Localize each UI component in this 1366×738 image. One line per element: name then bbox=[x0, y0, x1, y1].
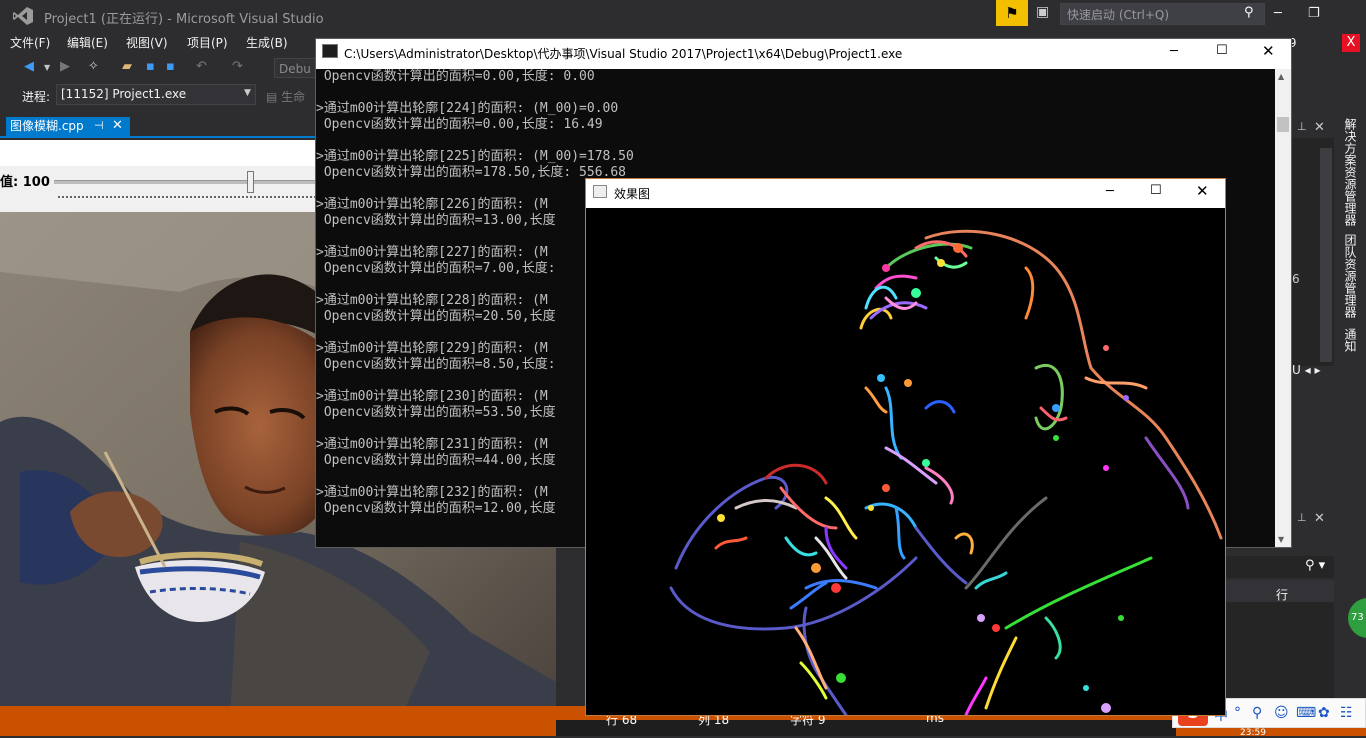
notifications-icon[interactable]: ▣ bbox=[1036, 4, 1049, 20]
console-close-button[interactable]: ✕ bbox=[1262, 42, 1275, 60]
console-scrollbar[interactable] bbox=[1275, 69, 1291, 547]
trackbar-label: 值: 100 bbox=[0, 175, 50, 190]
panel-u-text: U bbox=[1292, 363, 1301, 377]
tab-underline bbox=[0, 136, 318, 138]
undo-icon[interactable]: ↶ bbox=[196, 59, 207, 74]
new-project-icon[interactable]: ✧ bbox=[88, 59, 99, 74]
feedback-flag-icon[interactable]: ⚑ bbox=[996, 0, 1028, 26]
pin-icon[interactable]: ⊥ bbox=[1297, 511, 1307, 524]
toolbar: ◀ ▼ ▶ ✧ ▰ ▪ ▪ ↶ ↷ bbox=[0, 55, 320, 81]
result-app-icon bbox=[593, 185, 607, 198]
console-line: >通过m00计算出轮廓[225]的面积: (M_00)=178.50 bbox=[316, 149, 634, 164]
chevron-down-icon[interactable]: ▼ bbox=[244, 88, 251, 98]
ime-skin-icon[interactable]: ✿ bbox=[1318, 705, 1330, 721]
side-tab-strip: 解决方案资源管理器 团队资源管理器 通知 bbox=[1336, 112, 1366, 352]
menu-file[interactable]: 文件(F) bbox=[10, 34, 50, 51]
scroll-up-icon[interactable]: ▲ bbox=[1278, 72, 1284, 81]
trackbar-thumb[interactable] bbox=[247, 171, 254, 193]
pin-icon[interactable]: ⊥ bbox=[1297, 120, 1307, 133]
open-folder-icon[interactable]: ▰ bbox=[122, 59, 132, 74]
trackbar-track[interactable] bbox=[54, 180, 316, 184]
trackbar-window-header bbox=[0, 140, 316, 166]
result-maximize-button[interactable]: ☐ bbox=[1150, 183, 1162, 198]
console-line: Opencv函数计算出的面积=0.00,长度: 16.49 bbox=[316, 117, 603, 132]
minimize-button[interactable]: ─ bbox=[1274, 6, 1282, 21]
close-icon[interactable]: ✕ bbox=[112, 118, 123, 133]
process-select[interactable]: [11152] Project1.exe bbox=[56, 84, 256, 105]
search-icon[interactable]: ⚲ bbox=[1244, 5, 1254, 20]
close-button[interactable]: X bbox=[1342, 34, 1360, 52]
save-icon[interactable]: ▪ bbox=[146, 59, 155, 74]
process-label: 进程: bbox=[22, 90, 51, 104]
ime-keyboard-icon[interactable]: ⌨ bbox=[1296, 705, 1316, 721]
ime-voice-icon[interactable]: ⚲ bbox=[1252, 705, 1262, 721]
console-title: C:\Users\Administrator\Desktop\代办事项\Visu… bbox=[344, 47, 903, 61]
result-title: 效果图 bbox=[614, 187, 651, 201]
forward-icon[interactable]: ▶ bbox=[60, 59, 70, 74]
console-app-icon bbox=[322, 44, 338, 58]
console-maximize-button[interactable]: ☐ bbox=[1216, 43, 1228, 58]
configuration-select[interactable]: Debu bbox=[274, 58, 318, 78]
panel-value: 6 bbox=[1292, 272, 1300, 286]
result-close-button[interactable]: ✕ bbox=[1196, 182, 1209, 200]
lifecycle-events[interactable]: ▤ 生命 bbox=[266, 88, 305, 105]
lifecycle-icon: ▤ bbox=[266, 90, 282, 104]
console-line: >通过m00计算出轮廓[224]的面积: (M_00)=0.00 bbox=[316, 101, 619, 116]
save-all-icon[interactable]: ▪ bbox=[166, 59, 175, 74]
menu-view[interactable]: 视图(V) bbox=[126, 34, 168, 51]
panel-label-u: U ◂ ▸ bbox=[1292, 363, 1321, 377]
solution-explorer-panel bbox=[1290, 138, 1334, 366]
panel-list bbox=[1226, 602, 1334, 710]
panel-scrollbar[interactable] bbox=[1320, 148, 1332, 362]
close-icon[interactable]: ✕ bbox=[1314, 511, 1325, 526]
search-icon[interactable]: ⚲ ▾ bbox=[1305, 558, 1325, 573]
visual-studio-logo-icon bbox=[12, 6, 34, 26]
redo-icon[interactable]: ↷ bbox=[232, 59, 243, 74]
tab-team-explorer[interactable]: 团队资源管理器 bbox=[1342, 234, 1359, 318]
maximize-button[interactable]: ❐ bbox=[1308, 6, 1320, 21]
tab-solution-explorer[interactable]: 解决方案资源管理器 bbox=[1342, 118, 1359, 226]
menu-build[interactable]: 生成(B) bbox=[246, 34, 288, 51]
pin-icon[interactable]: ⊣ bbox=[94, 119, 104, 132]
result-minimize-button[interactable]: ─ bbox=[1106, 184, 1114, 199]
console-scroll-thumb[interactable] bbox=[1277, 117, 1289, 132]
clock: 23:59 bbox=[1240, 728, 1266, 738]
console-line: Opencv函数计算出的面积=0.00,长度: 0.00 bbox=[316, 69, 595, 84]
back-dropdown-icon[interactable]: ▼ bbox=[44, 63, 50, 72]
menu-project[interactable]: 项目(P) bbox=[187, 34, 228, 51]
status-bar-overlay bbox=[556, 720, 1176, 736]
column-header-line[interactable]: 行 bbox=[1276, 586, 1288, 603]
ime-menu-icon[interactable]: ☷ bbox=[1340, 705, 1353, 721]
scroll-down-icon[interactable]: ▼ bbox=[1278, 535, 1284, 544]
contour-image bbox=[586, 208, 1225, 717]
lifecycle-label: 生命 bbox=[281, 90, 306, 104]
quick-launch-input[interactable]: 快速启动 (Ctrl+Q) bbox=[1060, 3, 1265, 25]
trackbar-ticks bbox=[58, 196, 316, 201]
result-title-bar bbox=[586, 179, 1225, 208]
ime-emoji-icon[interactable]: ☺ bbox=[1274, 705, 1289, 721]
tab-notifications[interactable]: 通知 bbox=[1342, 328, 1359, 352]
ime-punctuation-icon[interactable]: ° bbox=[1234, 705, 1241, 721]
console-minimize-button[interactable]: ─ bbox=[1170, 44, 1178, 59]
menu-edit[interactable]: 编辑(E) bbox=[67, 34, 108, 51]
close-icon[interactable]: ✕ bbox=[1314, 120, 1325, 135]
back-icon[interactable]: ◀ bbox=[24, 59, 34, 74]
window-title: Project1 (正在运行) - Microsoft Visual Studi… bbox=[44, 12, 324, 27]
